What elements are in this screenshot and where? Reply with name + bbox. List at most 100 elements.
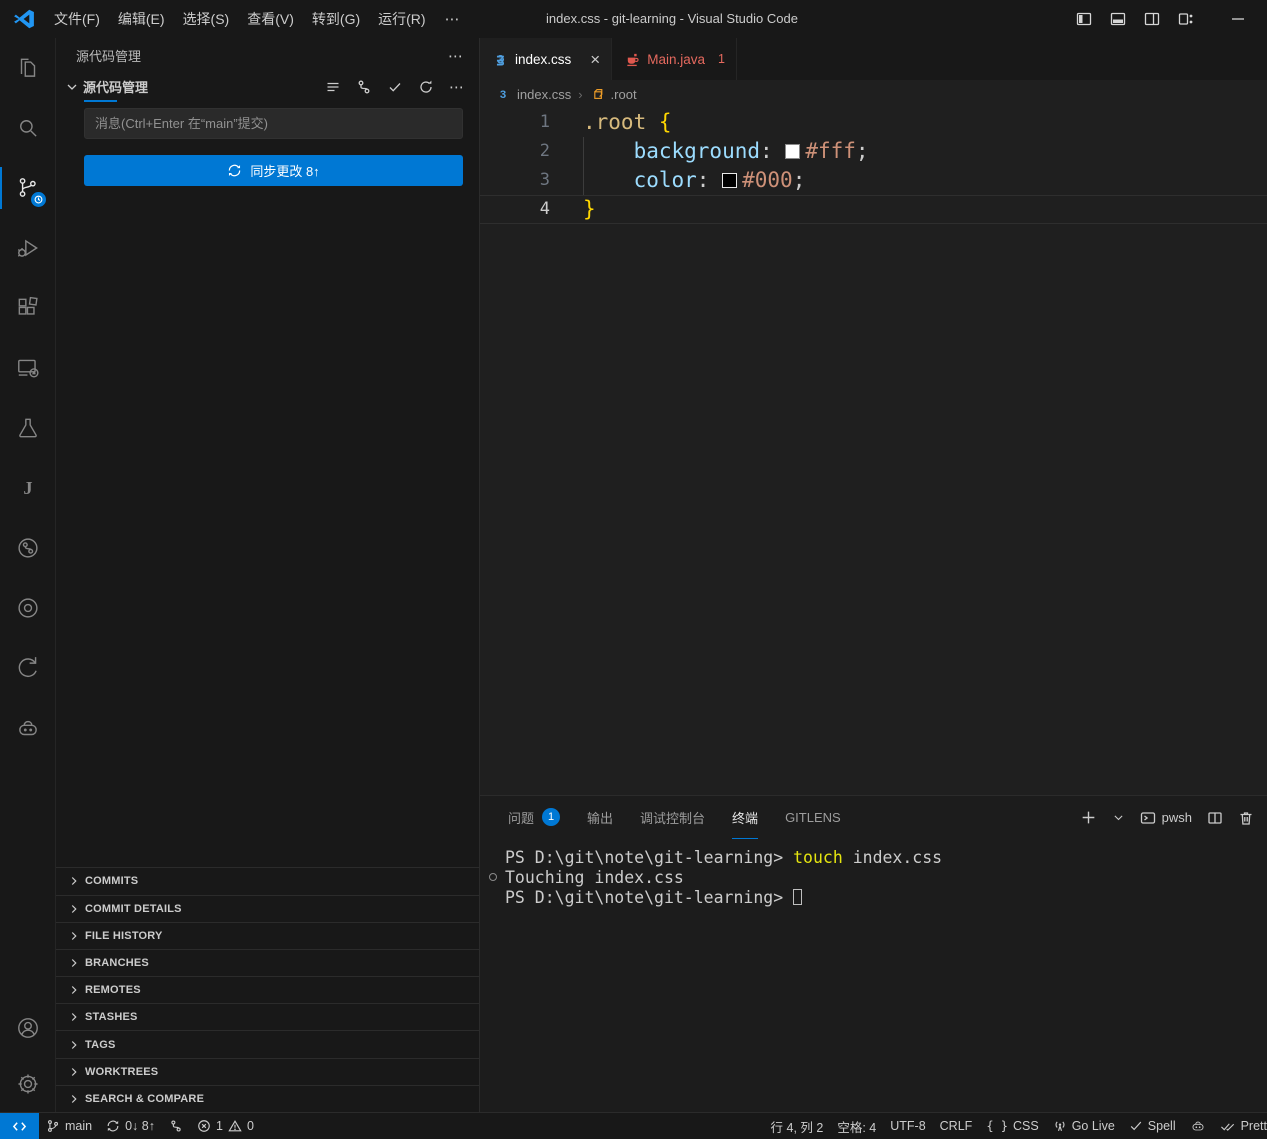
cursor-position[interactable]: 行 4, 列 2	[764, 1113, 831, 1139]
close-tab-icon[interactable]: ×	[590, 51, 600, 68]
java-file-icon	[625, 52, 640, 67]
section-label: FILE HISTORY	[85, 930, 163, 942]
chevron-right-icon	[67, 902, 81, 916]
sync-changes-button[interactable]: 同步更改 8↑	[84, 155, 463, 186]
scm-pending-badge	[31, 192, 46, 207]
tab-main-java[interactable]: Main.java 1	[612, 38, 737, 80]
toggle-primary-sidebar-icon[interactable]	[1067, 0, 1101, 38]
menu-item[interactable]: 转到(G)	[303, 0, 369, 38]
language-mode[interactable]: { } CSS	[979, 1113, 1045, 1139]
line-number: 4	[480, 195, 550, 224]
problems-status[interactable]: 1 0	[190, 1113, 261, 1139]
error-icon	[197, 1119, 211, 1133]
commit-graph-icon[interactable]	[356, 79, 372, 95]
source-control-icon[interactable]	[0, 158, 55, 218]
panel-tab-终端[interactable]: 终端	[732, 796, 758, 839]
sidebar-section-stashes[interactable]: STASHES	[56, 1003, 479, 1030]
menu-item[interactable]: 文件(F)	[45, 0, 109, 38]
branch-indicator[interactable]: main	[39, 1113, 99, 1139]
kill-terminal-icon[interactable]	[1238, 810, 1254, 826]
view-as-list-icon[interactable]	[325, 79, 341, 95]
copilot-status[interactable]	[1183, 1113, 1213, 1139]
commit-message-input[interactable]	[85, 116, 462, 131]
section-label: WORKTREES	[85, 1066, 158, 1078]
code-line[interactable]: 4}	[480, 195, 1267, 224]
explorer-icon[interactable]	[0, 38, 55, 98]
sync-icon	[106, 1119, 120, 1133]
code-editor[interactable]: 1.root {2 background: #fff;3 color: #000…	[480, 108, 1267, 795]
remote-explorer-icon[interactable]	[0, 338, 55, 398]
commit-check-icon[interactable]	[387, 79, 403, 95]
prettier-status[interactable]: Prett	[1213, 1113, 1267, 1139]
encoding[interactable]: UTF-8	[883, 1113, 932, 1139]
customize-layout-icon[interactable]	[1169, 0, 1203, 38]
testing-icon[interactable]	[0, 398, 55, 458]
indentation[interactable]: 空格: 4	[830, 1113, 883, 1139]
menu-item[interactable]: 运行(R)	[369, 0, 434, 38]
sidebar-section-file-history[interactable]: FILE HISTORY	[56, 922, 479, 949]
account-icon[interactable]	[0, 1000, 55, 1056]
git-graph-icon[interactable]	[0, 518, 55, 578]
settings-gear-icon[interactable]	[0, 1056, 55, 1112]
tab-bar: ᴟ3 index.css × Main.java 1	[480, 38, 1267, 80]
toggle-secondary-sidebar-icon[interactable]	[1135, 0, 1169, 38]
sidebar-section-remotes[interactable]: REMOTES	[56, 976, 479, 1003]
panel-tab-bar: 问题1 输出调试控制台终端 GITLENS pwsh	[480, 796, 1267, 839]
minimize-button[interactable]	[1221, 0, 1255, 38]
scm-section-header[interactable]: 源代码管理 ⋯	[56, 73, 479, 100]
panel-tab-gitlens[interactable]: GITLENS	[785, 796, 841, 839]
color-swatch[interactable]	[785, 144, 800, 159]
split-terminal-icon[interactable]	[1207, 810, 1223, 826]
sidebar-section-worktrees[interactable]: WORKTREES	[56, 1058, 479, 1085]
extensions-icon[interactable]	[0, 278, 55, 338]
sidebar-section-branches[interactable]: BRANCHES	[56, 949, 479, 976]
menu-bar: 文件(F)编辑(E)选择(S)查看(V)转到(G)运行(R)	[45, 0, 435, 38]
scm-section-title: 源代码管理	[83, 77, 148, 96]
terminal[interactable]: PS D:\git\note\git-learning> touch index…	[480, 839, 1267, 1112]
remote-indicator[interactable]	[0, 1113, 39, 1139]
terminal-dropdown-icon[interactable]	[1112, 811, 1125, 824]
refresh-icon[interactable]	[418, 79, 434, 95]
go-live-button[interactable]: Go Live	[1046, 1113, 1122, 1139]
eol-sequence[interactable]: CRLF	[933, 1113, 980, 1139]
sidebar-section-commits[interactable]: COMMITS	[56, 867, 479, 894]
sidebar-section-commit-details[interactable]: COMMIT DETAILS	[56, 895, 479, 922]
code-line[interactable]: 3 color: #000;	[480, 166, 1267, 195]
terminal-line: PS D:\git\note\git-learning>	[505, 888, 1267, 908]
breadcrumb-symbol[interactable]: .root	[611, 87, 637, 102]
code-line[interactable]: 1.root {	[480, 108, 1267, 137]
breadcrumb-file[interactable]: index.css	[517, 87, 571, 102]
toggle-panel-icon[interactable]	[1101, 0, 1135, 38]
search-icon[interactable]	[0, 98, 55, 158]
panel-tab-输出[interactable]: 输出	[587, 796, 613, 839]
panel-tab-问题[interactable]: 问题1	[508, 796, 560, 839]
commit-graph-status[interactable]	[162, 1113, 190, 1139]
sidebar-section-search-compare[interactable]: SEARCH & COMPARE	[56, 1085, 479, 1112]
sync-icon	[227, 163, 242, 178]
css-file-icon: ᴟ3	[493, 52, 508, 67]
menu-more-button[interactable]: ⋯	[435, 10, 470, 28]
tab-problems-badge: 1	[718, 52, 725, 66]
sync-status[interactable]: 0↓ 8↑	[99, 1113, 162, 1139]
sidebar-more-actions-icon[interactable]: ⋯	[448, 47, 463, 65]
circle-dot-icon[interactable]	[0, 578, 55, 638]
problems-count-badge: 1	[542, 808, 560, 826]
java-project-icon[interactable]: J	[0, 458, 55, 518]
spell-checker[interactable]: Spell	[1122, 1113, 1183, 1139]
svg-text:3: 3	[497, 52, 504, 66]
command-decoration-icon[interactable]	[489, 873, 497, 881]
copilot-chat-icon[interactable]	[0, 698, 55, 758]
scm-more-actions-icon[interactable]: ⋯	[449, 78, 464, 96]
sidebar-section-tags[interactable]: TAGS	[56, 1030, 479, 1057]
menu-item[interactable]: 查看(V)	[238, 0, 303, 38]
menu-item[interactable]: 编辑(E)	[109, 0, 174, 38]
gitlens-icon[interactable]	[0, 638, 55, 698]
terminal-shell-item[interactable]: pwsh	[1140, 810, 1192, 826]
color-swatch[interactable]	[722, 173, 737, 188]
run-debug-icon[interactable]	[0, 218, 55, 278]
tab-index-css[interactable]: ᴟ3 index.css ×	[480, 38, 612, 80]
menu-item[interactable]: 选择(S)	[174, 0, 239, 38]
new-terminal-icon[interactable]	[1080, 809, 1097, 826]
code-line[interactable]: 2 background: #fff;	[480, 137, 1267, 166]
panel-tab-调试控制台[interactable]: 调试控制台	[640, 796, 705, 839]
